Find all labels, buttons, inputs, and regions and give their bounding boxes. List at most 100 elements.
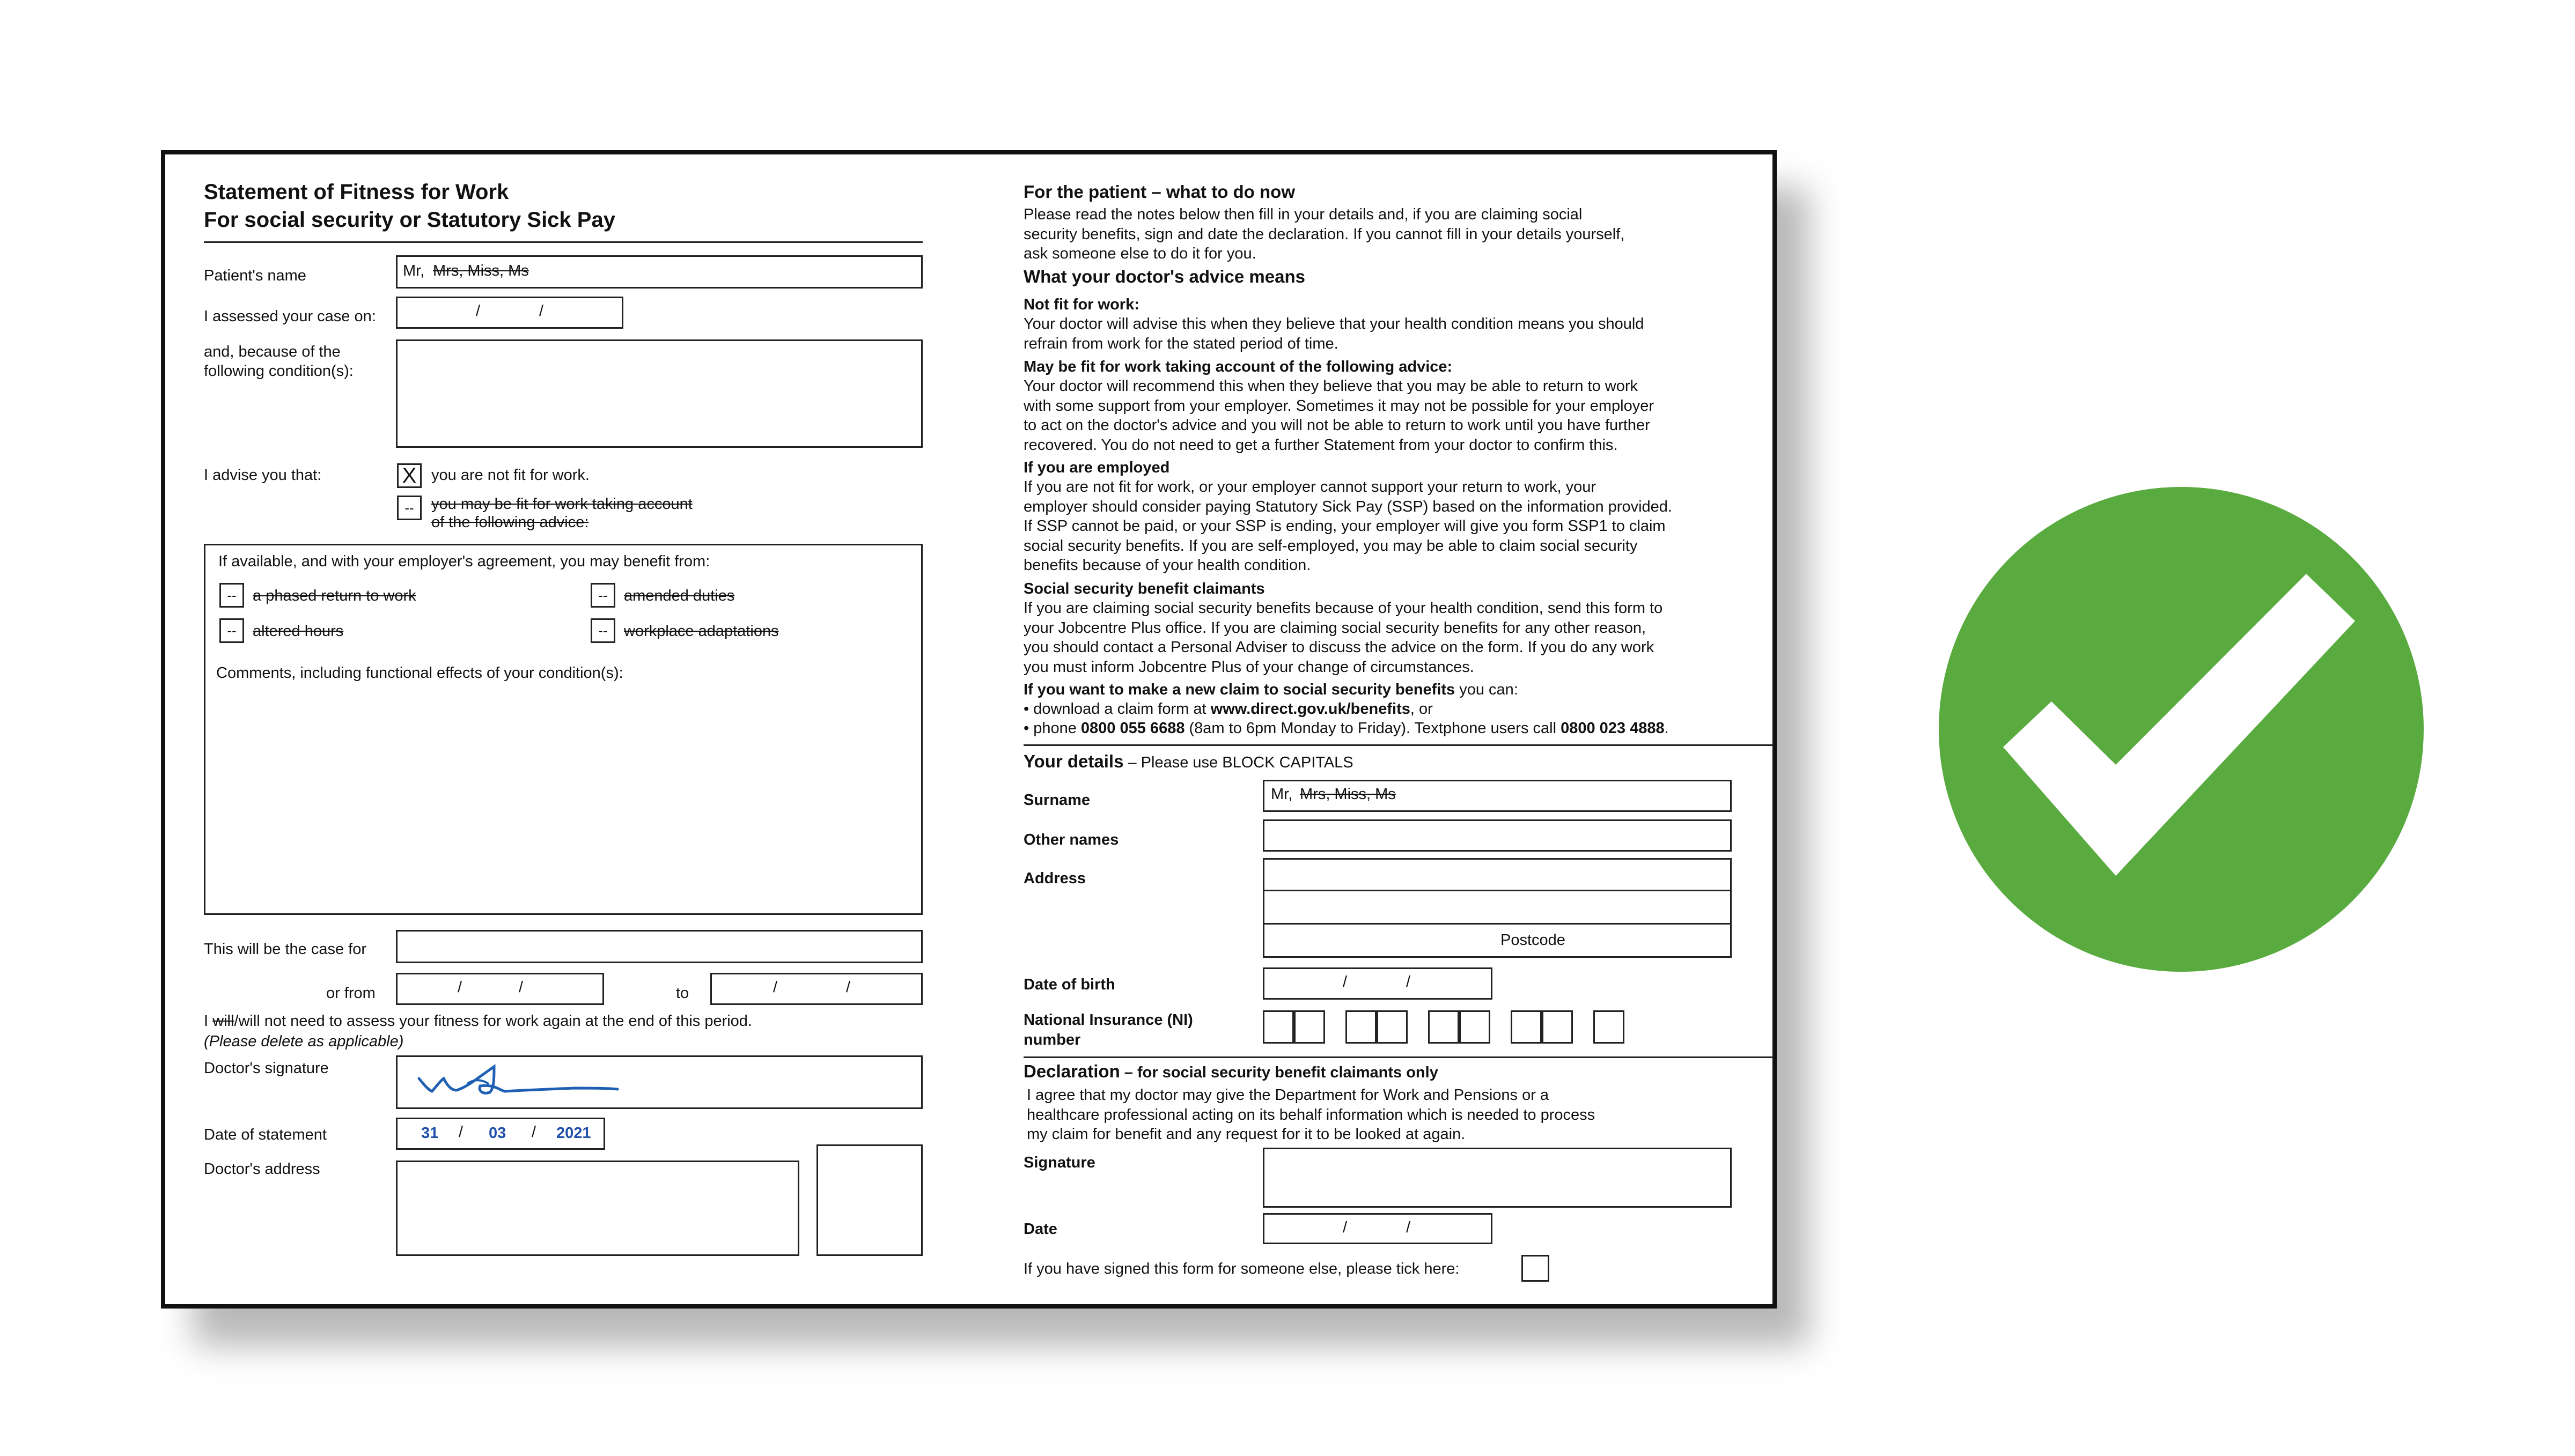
- other-names-field[interactable]: [1263, 819, 1732, 852]
- advise-label: I advise you that:: [204, 467, 322, 484]
- assessed-date-field[interactable]: / /: [396, 297, 623, 329]
- bullet-mid: (8am to 6pm Monday to Friday). Textphone…: [1184, 720, 1561, 737]
- title-rule: [204, 241, 923, 243]
- claim-phone-number: 0800 055 6688: [1080, 720, 1185, 737]
- form-title: Statement of Fitness for Work: [204, 180, 509, 204]
- may-be-fit-option-line2: of the following advice:: [431, 514, 589, 531]
- date-slash: /: [539, 302, 544, 320]
- may-be-fit-checkbox[interactable]: --: [397, 496, 422, 520]
- declaration-signature-label: Signature: [1024, 1154, 1095, 1171]
- ni-digit-box[interactable]: [1593, 1010, 1624, 1044]
- ni-digit-box[interactable]: [1542, 1010, 1573, 1044]
- case-for-field[interactable]: [396, 930, 923, 963]
- declaration-date-field[interactable]: / /: [1263, 1213, 1492, 1244]
- assess-again-struck: will: [212, 1012, 234, 1030]
- ni-digit-box[interactable]: [1511, 1010, 1542, 1044]
- may-be-fit-option-line1: you may be fit for work taking account: [431, 496, 693, 513]
- advice-meaning-heading: What your doctor's advice means: [1024, 267, 1305, 286]
- condition-label: and, because of the following condition(…: [204, 343, 354, 380]
- ni-digit-box[interactable]: [1459, 1010, 1490, 1044]
- approval-badge: [1939, 487, 2424, 972]
- surname-title: Mr,: [1271, 786, 1293, 803]
- date-slash: /: [476, 302, 481, 320]
- date-slash: /: [846, 979, 851, 996]
- ni-digit-box[interactable]: [1263, 1010, 1294, 1044]
- doctor-signature-label: Doctor's signature: [204, 1060, 329, 1077]
- dob-field[interactable]: / /: [1263, 967, 1492, 1000]
- surname-label: Surname: [1024, 792, 1091, 809]
- condition-field[interactable]: [396, 339, 923, 448]
- employed-heading: If you are employed: [1024, 459, 1170, 476]
- to-date-field[interactable]: / /: [710, 973, 923, 1005]
- date-slash: /: [458, 979, 462, 996]
- assess-again-prefix: I: [204, 1012, 213, 1030]
- patient-name-title: Mr,: [403, 262, 425, 279]
- assess-again-statement: I will/will not need to assess your fitn…: [204, 1011, 752, 1031]
- ni-digit-box[interactable]: [1377, 1010, 1408, 1044]
- form-subtitle: For social security or Statutory Sick Pa…: [204, 208, 615, 232]
- your-details-note: – Please use BLOCK CAPITALS: [1123, 754, 1353, 771]
- date-slash: /: [1406, 1219, 1411, 1236]
- date-of-statement-label: Date of statement: [204, 1126, 327, 1143]
- claim-bullet-download: • download a claim form at www.direct.go…: [1024, 699, 1433, 719]
- altered-hours-option: altered hours: [253, 623, 344, 640]
- claimants-heading: Social security benefit claimants: [1024, 580, 1265, 597]
- address-field[interactable]: Postcode: [1263, 858, 1732, 958]
- benefit-intro: If available, and with your employer's a…: [218, 553, 710, 570]
- may-be-fit-heading: May be fit for work taking account of th…: [1024, 358, 1453, 375]
- surname-field[interactable]: Mr, Mrs, Miss, Ms: [1263, 780, 1732, 812]
- bullet-prefix: • phone: [1024, 720, 1081, 737]
- not-fit-checkbox[interactable]: X: [397, 463, 422, 488]
- declaration-rule: [1024, 1056, 1774, 1058]
- claim-bullet-phone: • phone 0800 055 6688 (8am to 6pm Monday…: [1024, 719, 1669, 738]
- phased-return-checkbox[interactable]: --: [219, 583, 244, 608]
- new-claim-heading-main: If you want to make a new claim to socia…: [1024, 681, 1455, 698]
- doctor-address-field[interactable]: [396, 1161, 799, 1256]
- advice-box: If available, and with your employer's a…: [204, 544, 923, 915]
- your-details-title: Your details: [1024, 751, 1124, 771]
- ni-digit-box[interactable]: [1428, 1010, 1459, 1044]
- may-be-fit-text: Your doctor will recommend this when the…: [1024, 378, 1654, 454]
- to-label: to: [676, 985, 689, 1002]
- signed-for-someone-checkbox[interactable]: [1521, 1255, 1549, 1282]
- case-for-label: This will be the case for: [204, 941, 367, 958]
- not-fit-heading: Not fit for work:: [1024, 296, 1139, 313]
- date-slash: /: [532, 1124, 536, 1141]
- date-slash: /: [519, 979, 524, 996]
- ni-digit-box[interactable]: [1345, 1010, 1377, 1044]
- your-details-heading: Your details – Please use BLOCK CAPITALS: [1024, 752, 1353, 772]
- textphone-number: 0800 023 4888: [1561, 720, 1665, 737]
- ni-label: National Insurance (NI) number: [1024, 1011, 1193, 1048]
- bullet-prefix: • download a claim form at: [1024, 700, 1211, 718]
- patient-name-struck-titles: Mrs, Miss, Ms: [433, 262, 529, 279]
- declaration-text: I agree that my doctor may give the Depa…: [1027, 1087, 1595, 1143]
- patient-name-field[interactable]: Mr, Mrs, Miss, Ms: [396, 255, 923, 289]
- date-slash: /: [1343, 1219, 1348, 1236]
- patient-heading: For the patient – what to do now: [1024, 182, 1295, 202]
- ni-digit-box[interactable]: [1294, 1010, 1325, 1044]
- new-claim-heading: If you want to make a new claim to socia…: [1024, 680, 1518, 699]
- altered-hours-checkbox[interactable]: --: [219, 618, 244, 643]
- statement-year: 2021: [556, 1125, 591, 1142]
- date-of-statement-field[interactable]: 31 / 03 / 2021: [396, 1118, 605, 1150]
- fit-note-form: Statement of Fitness for Work For social…: [161, 150, 1777, 1309]
- employed-text: If you are not fit for work, or your emp…: [1024, 478, 1672, 574]
- benefits-link[interactable]: www.direct.gov.uk/benefits: [1211, 700, 1410, 718]
- declaration-signature-field[interactable]: [1263, 1148, 1732, 1208]
- amended-duties-option: amended duties: [624, 587, 735, 604]
- details-rule: [1024, 744, 1774, 746]
- assessed-date-label: I assessed your case on:: [204, 308, 376, 325]
- doctor-signature-field[interactable]: [396, 1055, 923, 1109]
- doctor-signature-image: [417, 1064, 619, 1095]
- from-date-field[interactable]: / /: [396, 973, 604, 1005]
- new-claim-heading-suffix: you can:: [1455, 681, 1518, 698]
- assess-again-rest: /will not need to assess your fitness fo…: [234, 1012, 752, 1030]
- workplace-adaptations-checkbox[interactable]: --: [591, 618, 615, 643]
- signed-for-someone-label: If you have signed this form for someone…: [1024, 1260, 1460, 1277]
- workplace-adaptations-option: workplace adaptations: [624, 623, 779, 640]
- or-from-label: or from: [326, 985, 376, 1002]
- date-slash: /: [773, 979, 778, 996]
- amended-duties-checkbox[interactable]: --: [591, 583, 615, 608]
- other-names-label: Other names: [1024, 831, 1119, 848]
- not-fit-option: you are not fit for work.: [431, 467, 590, 484]
